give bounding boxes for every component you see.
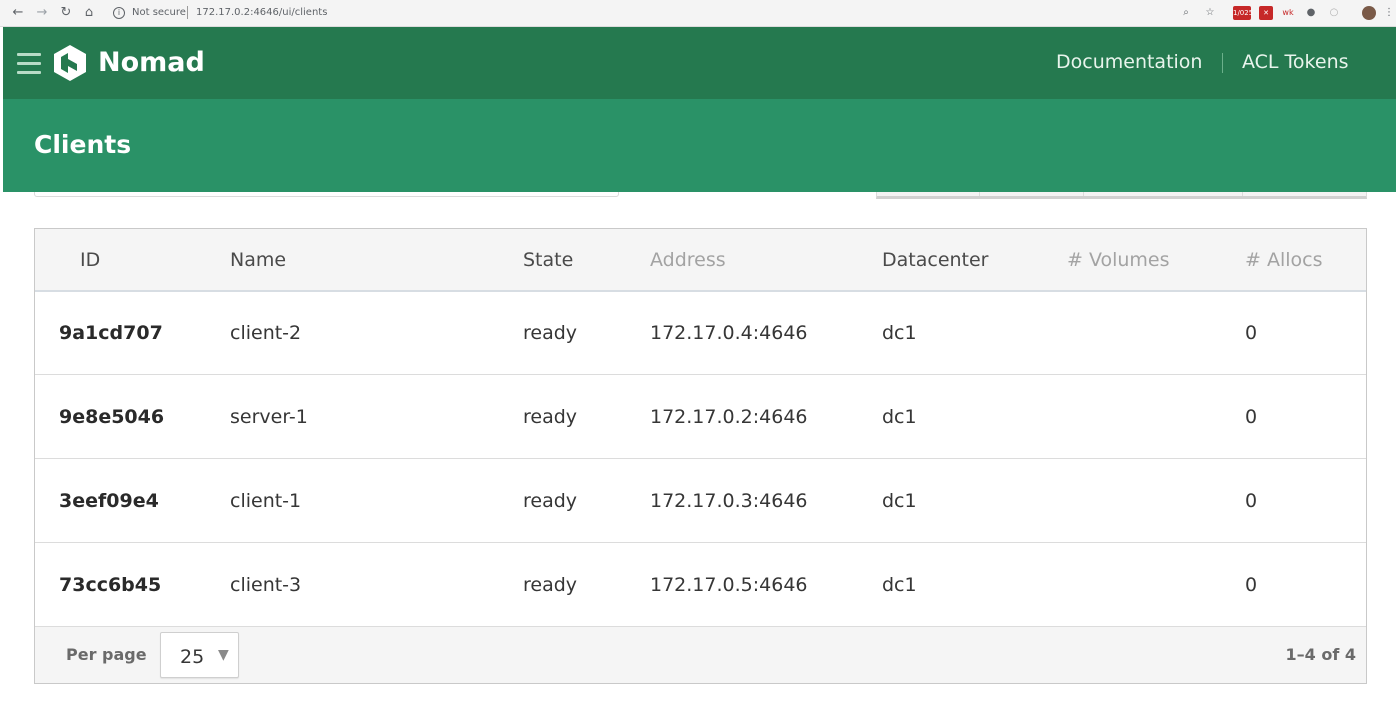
column-header-name[interactable]: Name	[230, 249, 286, 271]
extension-red-icon[interactable]: ✕	[1259, 6, 1273, 20]
table-row[interactable]: 9a1cd707 client-2 ready 172.17.0.4:4646 …	[35, 292, 1366, 375]
extension-cookie-icon[interactable]: ●	[1304, 6, 1318, 20]
table-row[interactable]: 73cc6b45 client-3 ready 172.17.0.5:4646 …	[35, 544, 1366, 627]
column-header-state[interactable]: State	[523, 249, 573, 271]
column-header-datacenter[interactable]: Datacenter	[882, 249, 989, 271]
per-page-select[interactable]: 25 ▼	[160, 632, 239, 678]
client-datacenter: dc1	[882, 322, 917, 344]
client-id[interactable]: 73cc6b45	[59, 574, 161, 596]
client-datacenter: dc1	[882, 490, 917, 512]
client-address: 172.17.0.4:4646	[650, 322, 808, 344]
client-state: ready	[523, 406, 578, 428]
client-id[interactable]: 3eef09e4	[59, 490, 159, 512]
client-allocs: 0	[1245, 322, 1258, 344]
browser-toolbar: ← → ↻ ⌂ i Not secure 172.17.0.2:4646/ui/…	[0, 0, 1396, 27]
extension-wk-icon[interactable]: wk	[1281, 6, 1295, 20]
table-row[interactable]: 9e8e5046 server-1 ready 172.17.0.2:4646 …	[35, 376, 1366, 459]
client-state: ready	[523, 322, 578, 344]
table-header: ID Name State Address Datacenter # Volum…	[35, 229, 1366, 292]
client-name: server-1	[230, 406, 308, 428]
client-datacenter: dc1	[882, 574, 917, 596]
client-allocs: 0	[1245, 406, 1258, 428]
forward-icon[interactable]: →	[34, 5, 50, 21]
client-address: 172.17.0.5:4646	[650, 574, 808, 596]
brand-name[interactable]: Nomad	[98, 47, 205, 78]
reload-icon[interactable]: ↻	[58, 5, 74, 21]
nav-divider	[1222, 53, 1223, 73]
page-title: Clients	[34, 130, 132, 159]
client-name: client-3	[230, 574, 302, 596]
app-header: Nomad Documentation ACL Tokens	[3, 27, 1396, 99]
address-bar[interactable]: 172.17.0.2:4646/ui/clients	[196, 7, 327, 18]
per-page-value: 25	[180, 646, 205, 668]
extension-badge-icon[interactable]: 1/025	[1233, 6, 1253, 20]
profile-avatar-icon[interactable]	[1362, 6, 1376, 20]
client-name: client-2	[230, 322, 302, 344]
clients-table: ID Name State Address Datacenter # Volum…	[34, 228, 1367, 684]
table-footer: Per page 25 ▼ 1–4 of 4	[35, 627, 1366, 683]
info-icon[interactable]: i	[113, 7, 125, 19]
client-id[interactable]: 9e8e5046	[59, 406, 164, 428]
table-row[interactable]: 3eef09e4 client-1 ready 172.17.0.3:4646 …	[35, 460, 1366, 543]
zoom-icon[interactable]: ⌕	[1179, 6, 1193, 20]
page-title-band: Clients	[3, 99, 1396, 192]
nomad-logo-icon[interactable]	[52, 44, 88, 82]
client-id[interactable]: 9a1cd707	[59, 322, 163, 344]
dropdown-arrow-icon: ▼	[218, 647, 229, 663]
client-allocs: 0	[1245, 490, 1258, 512]
column-header-volumes[interactable]: # Volumes	[1067, 249, 1170, 271]
back-icon[interactable]: ←	[10, 5, 26, 21]
acl-tokens-link[interactable]: ACL Tokens	[1242, 51, 1349, 73]
column-header-address[interactable]: Address	[650, 249, 726, 271]
column-header-id[interactable]: ID	[80, 249, 100, 271]
hamburger-menu-icon[interactable]	[17, 53, 41, 74]
client-allocs: 0	[1245, 574, 1258, 596]
extension-circle-icon[interactable]: ○	[1327, 6, 1341, 20]
url-divider	[187, 6, 188, 19]
documentation-link[interactable]: Documentation	[1056, 51, 1202, 73]
client-name: client-1	[230, 490, 302, 512]
client-state: ready	[523, 490, 578, 512]
client-datacenter: dc1	[882, 406, 917, 428]
client-address: 172.17.0.3:4646	[650, 490, 808, 512]
pagination-range: 1–4 of 4	[1285, 645, 1357, 664]
more-menu-icon[interactable]: ⋮	[1384, 6, 1394, 20]
security-status: Not secure	[132, 7, 186, 18]
home-icon[interactable]: ⌂	[81, 5, 97, 21]
bookmark-star-icon[interactable]: ☆	[1203, 6, 1217, 20]
column-header-allocs[interactable]: # Allocs	[1245, 249, 1322, 271]
per-page-label: Per page	[66, 645, 147, 664]
client-state: ready	[523, 574, 578, 596]
client-address: 172.17.0.2:4646	[650, 406, 808, 428]
